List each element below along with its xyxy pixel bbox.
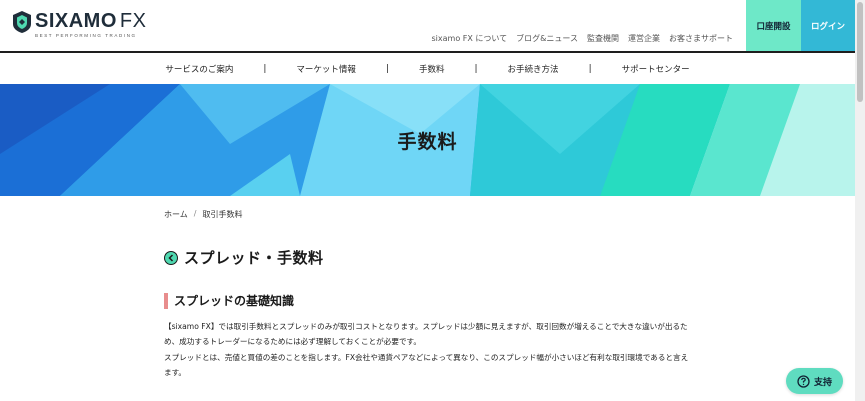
top-link-support[interactable]: お客さまサポート xyxy=(669,33,733,44)
logo-fx: FX xyxy=(119,10,147,32)
site-header: SIXAMO FX BEST PERFORMING TRADING sixamo … xyxy=(0,0,855,52)
support-label: 支持 xyxy=(813,377,832,388)
scrollbar-thumb[interactable] xyxy=(857,2,863,102)
back-arrow-icon[interactable] xyxy=(164,250,178,265)
top-link-company[interactable]: 運営企業 xyxy=(628,33,660,44)
breadcrumb-separator: / xyxy=(193,209,197,218)
nav-item-support-center[interactable]: サポートセンター xyxy=(592,63,720,75)
nav-item-market[interactable]: マーケット情報 xyxy=(266,63,386,75)
page-title-row: スプレッド・手数料 xyxy=(164,247,324,268)
section-title: スプレッドの基礎知識 xyxy=(174,294,295,308)
section-heading: スプレッドの基礎知識 xyxy=(164,292,294,309)
help-icon xyxy=(797,374,810,388)
page-title: スプレッド・手数料 xyxy=(184,249,324,267)
login-button[interactable]: ログイン xyxy=(801,0,855,52)
top-link-audit[interactable]: 監査機関 xyxy=(587,33,619,44)
nav-item-services[interactable]: サービスのご案内 xyxy=(135,63,263,75)
hero-title: 手数料 xyxy=(397,130,458,153)
nav-item-fees[interactable]: 手数料 xyxy=(389,63,475,75)
section-marker xyxy=(164,292,168,309)
paragraph-cost-intro: 【sixamo FX】では取引手数料とスプレッドのみが取引コストとなります。スプ… xyxy=(164,322,688,346)
support-button[interactable]: 支持 xyxy=(786,368,843,394)
logo-tagline: BEST PERFORMING TRADING xyxy=(35,33,137,38)
logo-text: SIXAMO FX xyxy=(35,10,147,32)
top-links: sixamo FX について ブログ&ニュース 監査機関 運営企業 お客さまサポ… xyxy=(432,33,734,44)
breadcrumb-home[interactable]: ホーム xyxy=(164,209,188,220)
nav-item-procedures[interactable]: お手続き方法 xyxy=(478,63,589,75)
open-account-button[interactable]: 口座開設 xyxy=(746,0,801,52)
top-link-about[interactable]: sixamo FX について xyxy=(432,33,508,44)
breadcrumb: ホーム / 取引手数料 xyxy=(164,209,242,220)
logo-shield-icon xyxy=(13,11,31,33)
top-link-blog[interactable]: ブログ&ニュース xyxy=(516,33,578,44)
hero-banner: 手数料 xyxy=(0,84,855,196)
logo[interactable]: SIXAMO FX BEST PERFORMING TRADING xyxy=(11,10,146,38)
paragraph-spread-definition: スプレッドとは、売値と買値の差のことを指します。FX会社や通貨ペアなどによって異… xyxy=(164,353,689,377)
main-nav: サービスのご案内 | マーケット情報 | 手数料 | お手続き方法 | サポート… xyxy=(0,53,855,84)
breadcrumb-current: 取引手数料 xyxy=(202,210,243,219)
